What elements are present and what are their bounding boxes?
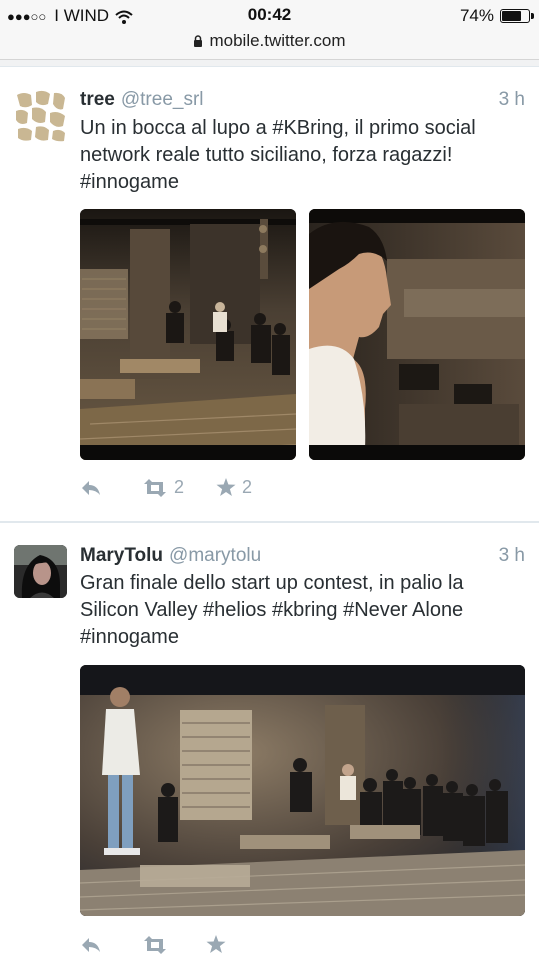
reply-button[interactable] (80, 479, 102, 497)
favorite-button[interactable]: 2 (216, 477, 252, 498)
favorite-button[interactable] (206, 935, 232, 954)
star-icon (216, 478, 236, 496)
tweet-header: MaryTolu @marytolu 3 h (80, 545, 525, 567)
tweet-actions (80, 935, 232, 954)
favorite-count: 2 (242, 477, 253, 497)
speaker-profile-photo (309, 209, 525, 460)
battery-info: 74% (459, 6, 534, 26)
tweet-header: tree @tree_srl 3 h (80, 89, 525, 111)
tweet-photo[interactable] (80, 209, 296, 460)
retweet-icon (144, 935, 166, 954)
tweet-card[interactable]: MaryTolu @marytolu 3 h Gran finale dello… (0, 523, 539, 960)
battery-level (502, 11, 521, 21)
tweet-timestamp[interactable]: 3 h (499, 89, 525, 111)
lock-icon (193, 32, 203, 47)
author-name[interactable]: tree (80, 89, 115, 111)
tweet-text: Gran finale dello start up contest, in p… (80, 572, 464, 648)
retweet-button[interactable]: 2 (142, 477, 184, 498)
timeline-top-spacer (0, 60, 539, 67)
reply-button[interactable] (80, 936, 102, 954)
battery-icon (500, 9, 534, 23)
address-bar[interactable]: mobile.twitter.com (0, 30, 539, 60)
tweet-timestamp[interactable]: 3 h (499, 545, 525, 567)
tweet-actions: 2 2 (80, 477, 252, 498)
retweet-icon (144, 478, 166, 497)
contest-stage-photo (80, 665, 525, 916)
author-handle[interactable]: @tree_srl (121, 89, 204, 111)
tweet-text: Un in bocca al lupo a #KBring, il primo … (80, 117, 476, 193)
author-handle[interactable]: @marytolu (169, 545, 261, 567)
tweet-card[interactable]: tree @tree_srl 3 h Un in bocca al lupo a… (0, 68, 539, 522)
star-icon (206, 935, 226, 953)
url-text[interactable]: mobile.twitter.com (209, 31, 345, 50)
retweet-count: 2 (174, 477, 185, 497)
status-bar: ●●●○○ I WIND 00:42 74% (0, 0, 539, 30)
event-room-photo (80, 209, 296, 460)
author-name[interactable]: MaryTolu (80, 545, 163, 567)
avatar[interactable] (14, 89, 67, 142)
tweet-photo[interactable] (309, 209, 525, 460)
clock: 00:42 (247, 5, 292, 24)
avatar[interactable] (14, 545, 67, 598)
reply-icon (82, 480, 100, 495)
battery-percent: 74% (459, 6, 494, 25)
reply-icon (82, 937, 100, 952)
tweet-photo[interactable] (80, 665, 525, 916)
retweet-button[interactable] (142, 935, 174, 954)
